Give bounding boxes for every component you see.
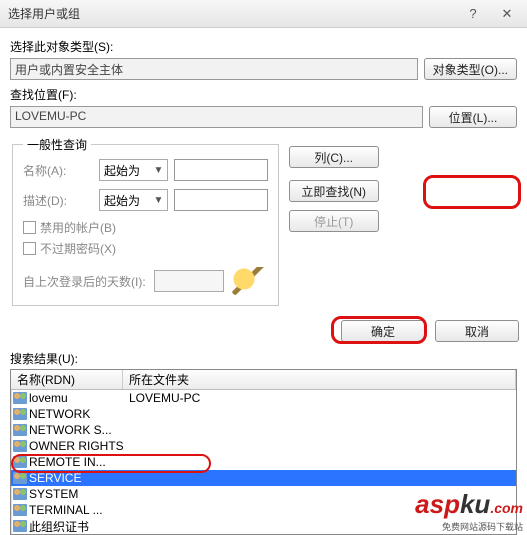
row-name: OWNER RIGHTS	[29, 439, 123, 453]
principal-icon	[13, 520, 27, 532]
watermark: aspku.com 免费网站源码下载站	[415, 489, 523, 533]
principal-icon	[13, 392, 27, 404]
window-title: 选择用户或组	[8, 5, 80, 22]
search-icon	[232, 267, 268, 295]
row-name: TERMINAL ...	[29, 503, 103, 517]
row-name: NETWORK S...	[29, 423, 112, 437]
name-match-value: 起始为	[104, 162, 140, 179]
disabled-accounts-label: 禁用的帐户(B)	[40, 219, 116, 236]
table-row[interactable]: NETWORK	[11, 406, 516, 422]
columns-button[interactable]: 列(C)...	[289, 146, 379, 168]
stop-button[interactable]: 停止(T)	[289, 210, 379, 232]
close-icon[interactable]: ✕	[495, 6, 519, 22]
principal-icon	[13, 424, 27, 436]
titlebar: 选择用户或组 ? ✕	[0, 0, 527, 28]
name-match-combo[interactable]: 起始为 ▼	[99, 159, 168, 181]
object-type-label: 选择此对象类型(S):	[10, 38, 517, 55]
location-section: 查找位置(F): LOVEMU-PC 位置(L)...	[10, 86, 517, 128]
object-types-button[interactable]: 对象类型(O)...	[424, 58, 517, 80]
results-header: 名称(RDN) 所在文件夹	[11, 370, 516, 390]
table-row[interactable]: OWNER RIGHTS	[11, 438, 516, 454]
table-row[interactable]: lovemu LOVEMU-PC	[11, 390, 516, 406]
disabled-accounts-checkbox[interactable]	[23, 221, 36, 234]
name-label: 名称(A):	[23, 162, 93, 179]
cancel-button[interactable]: 取消	[435, 320, 519, 342]
description-match-combo[interactable]: 起始为 ▼	[99, 189, 168, 211]
principal-icon	[13, 456, 27, 468]
location-label: 查找位置(F):	[10, 86, 517, 103]
chevron-down-icon: ▼	[154, 195, 164, 206]
days-since-logon-label: 自上次登录后的天数(I):	[23, 273, 146, 290]
description-label: 描述(D):	[23, 192, 93, 209]
table-row[interactable]: NETWORK S...	[11, 422, 516, 438]
row-name: lovemu	[29, 391, 68, 405]
row-folder: LOVEMU-PC	[123, 391, 516, 405]
table-row[interactable]: SERVICE	[11, 470, 516, 486]
name-text-input[interactable]	[174, 159, 267, 181]
column-folder[interactable]: 所在文件夹	[123, 370, 516, 389]
find-now-button[interactable]: 立即查找(N)	[289, 180, 379, 202]
row-name: REMOTE IN...	[29, 455, 106, 469]
principal-icon	[13, 472, 27, 484]
object-type-section: 选择此对象类型(S): 用户或内置安全主体 对象类型(O)...	[10, 38, 517, 80]
non-expiring-password-checkbox[interactable]	[23, 242, 36, 255]
common-queries-group: 一般性查询 名称(A): 起始为 ▼ 描述(D): 起始为 ▼ 禁用的	[12, 144, 279, 306]
column-name[interactable]: 名称(RDN)	[11, 370, 123, 389]
ok-button[interactable]: 确定	[341, 320, 425, 342]
help-icon[interactable]: ?	[461, 6, 485, 22]
location-input[interactable]: LOVEMU-PC	[10, 106, 423, 128]
object-type-input[interactable]: 用户或内置安全主体	[10, 58, 418, 80]
row-name: 此组织证书	[29, 518, 89, 535]
principal-icon	[13, 488, 27, 500]
common-queries-legend: 一般性查询	[23, 136, 91, 153]
non-expiring-password-label: 不过期密码(X)	[40, 240, 116, 257]
row-name: SERVICE	[29, 471, 81, 485]
description-text-input[interactable]	[174, 189, 267, 211]
row-name: SYSTEM	[29, 487, 78, 501]
description-match-value: 起始为	[104, 192, 140, 209]
locations-button[interactable]: 位置(L)...	[429, 106, 517, 128]
row-name: NETWORK	[29, 407, 90, 421]
table-row[interactable]: REMOTE IN...	[11, 454, 516, 470]
window-controls: ? ✕	[461, 6, 519, 22]
search-results-label: 搜索结果(U):	[10, 350, 527, 367]
principal-icon	[13, 440, 27, 452]
principal-icon	[13, 504, 27, 516]
days-since-logon-input[interactable]	[154, 270, 224, 292]
principal-icon	[13, 408, 27, 420]
chevron-down-icon: ▼	[154, 165, 164, 176]
